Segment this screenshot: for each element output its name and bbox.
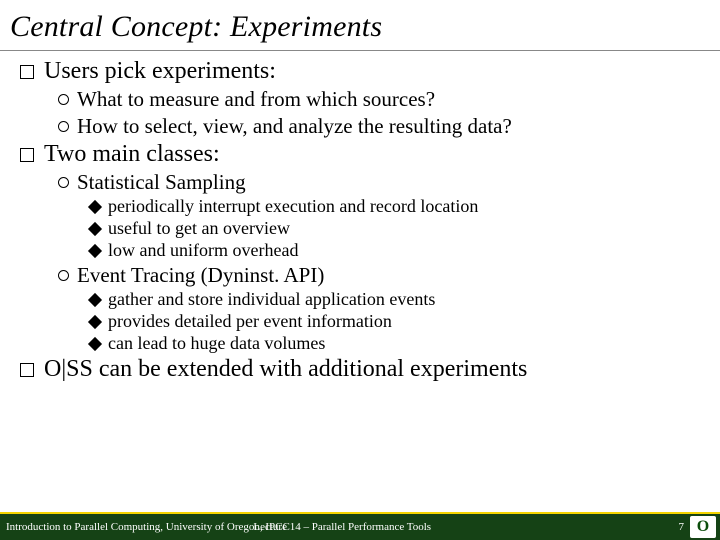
bullet-l1: Users pick experiments:: [20, 58, 720, 85]
footer-page-number: 7: [679, 521, 685, 533]
bullet-text: low and uniform overhead: [108, 240, 298, 261]
footer-bar: Introduction to Parallel Computing, Univ…: [0, 514, 720, 540]
bullet-l3: useful to get an overview: [20, 218, 720, 239]
bullet-l3: periodically interrupt execution and rec…: [20, 196, 720, 217]
bullet-text: O|SS can be extended with additional exp…: [44, 356, 527, 383]
bullet-text: periodically interrupt execution and rec…: [108, 196, 478, 217]
footer-left: Introduction to Parallel Computing, Univ…: [0, 521, 290, 533]
bullet-l2: What to measure and from which sources?: [20, 87, 720, 112]
circle-bullet-icon: [58, 177, 69, 188]
footer-center: Lecture 14 – Parallel Performance Tools: [253, 521, 431, 533]
bullet-text: provides detailed per event information: [108, 311, 392, 332]
bullet-l3: low and uniform overhead: [20, 240, 720, 261]
bullet-l2: How to select, view, and analyze the res…: [20, 114, 720, 139]
bullet-l3: provides detailed per event information: [20, 311, 720, 332]
circle-bullet-icon: [58, 121, 69, 132]
bullet-text: Event Tracing (Dyninst. API): [77, 263, 324, 288]
bullet-text: Users pick experiments:: [44, 58, 276, 85]
slide-title: Central Concept: Experiments: [0, 0, 720, 44]
square-bullet-icon: [20, 148, 34, 162]
bullet-text: What to measure and from which sources?: [77, 87, 435, 112]
circle-bullet-icon: [58, 94, 69, 105]
diamond-bullet-icon: [88, 222, 102, 236]
slide: Central Concept: Experiments Users pick …: [0, 0, 720, 540]
bullet-text: can lead to huge data volumes: [108, 333, 325, 354]
uo-logo: O: [690, 516, 716, 538]
uo-logo-o: O: [697, 518, 709, 536]
diamond-bullet-icon: [88, 337, 102, 351]
diamond-bullet-icon: [88, 293, 102, 307]
bullet-text: gather and store individual application …: [108, 289, 435, 310]
bullet-text: How to select, view, and analyze the res…: [77, 114, 512, 139]
circle-bullet-icon: [58, 270, 69, 281]
title-rule: [0, 50, 720, 51]
diamond-bullet-icon: [88, 200, 102, 214]
bullet-l2: Statistical Sampling: [20, 170, 720, 195]
bullet-l1: Two main classes:: [20, 141, 720, 168]
diamond-bullet-icon: [88, 315, 102, 329]
slide-body: Users pick experiments: What to measure …: [0, 44, 720, 383]
bullet-l1: O|SS can be extended with additional exp…: [20, 356, 720, 383]
bullet-l3: can lead to huge data volumes: [20, 333, 720, 354]
square-bullet-icon: [20, 65, 34, 79]
bullet-l3: gather and store individual application …: [20, 289, 720, 310]
bullet-text: Two main classes:: [44, 141, 220, 168]
bullet-l2: Event Tracing (Dyninst. API): [20, 263, 720, 288]
footer-stripe: [0, 512, 720, 514]
bullet-text: useful to get an overview: [108, 218, 290, 239]
diamond-bullet-icon: [88, 244, 102, 258]
bullet-text: Statistical Sampling: [77, 170, 246, 195]
square-bullet-icon: [20, 363, 34, 377]
